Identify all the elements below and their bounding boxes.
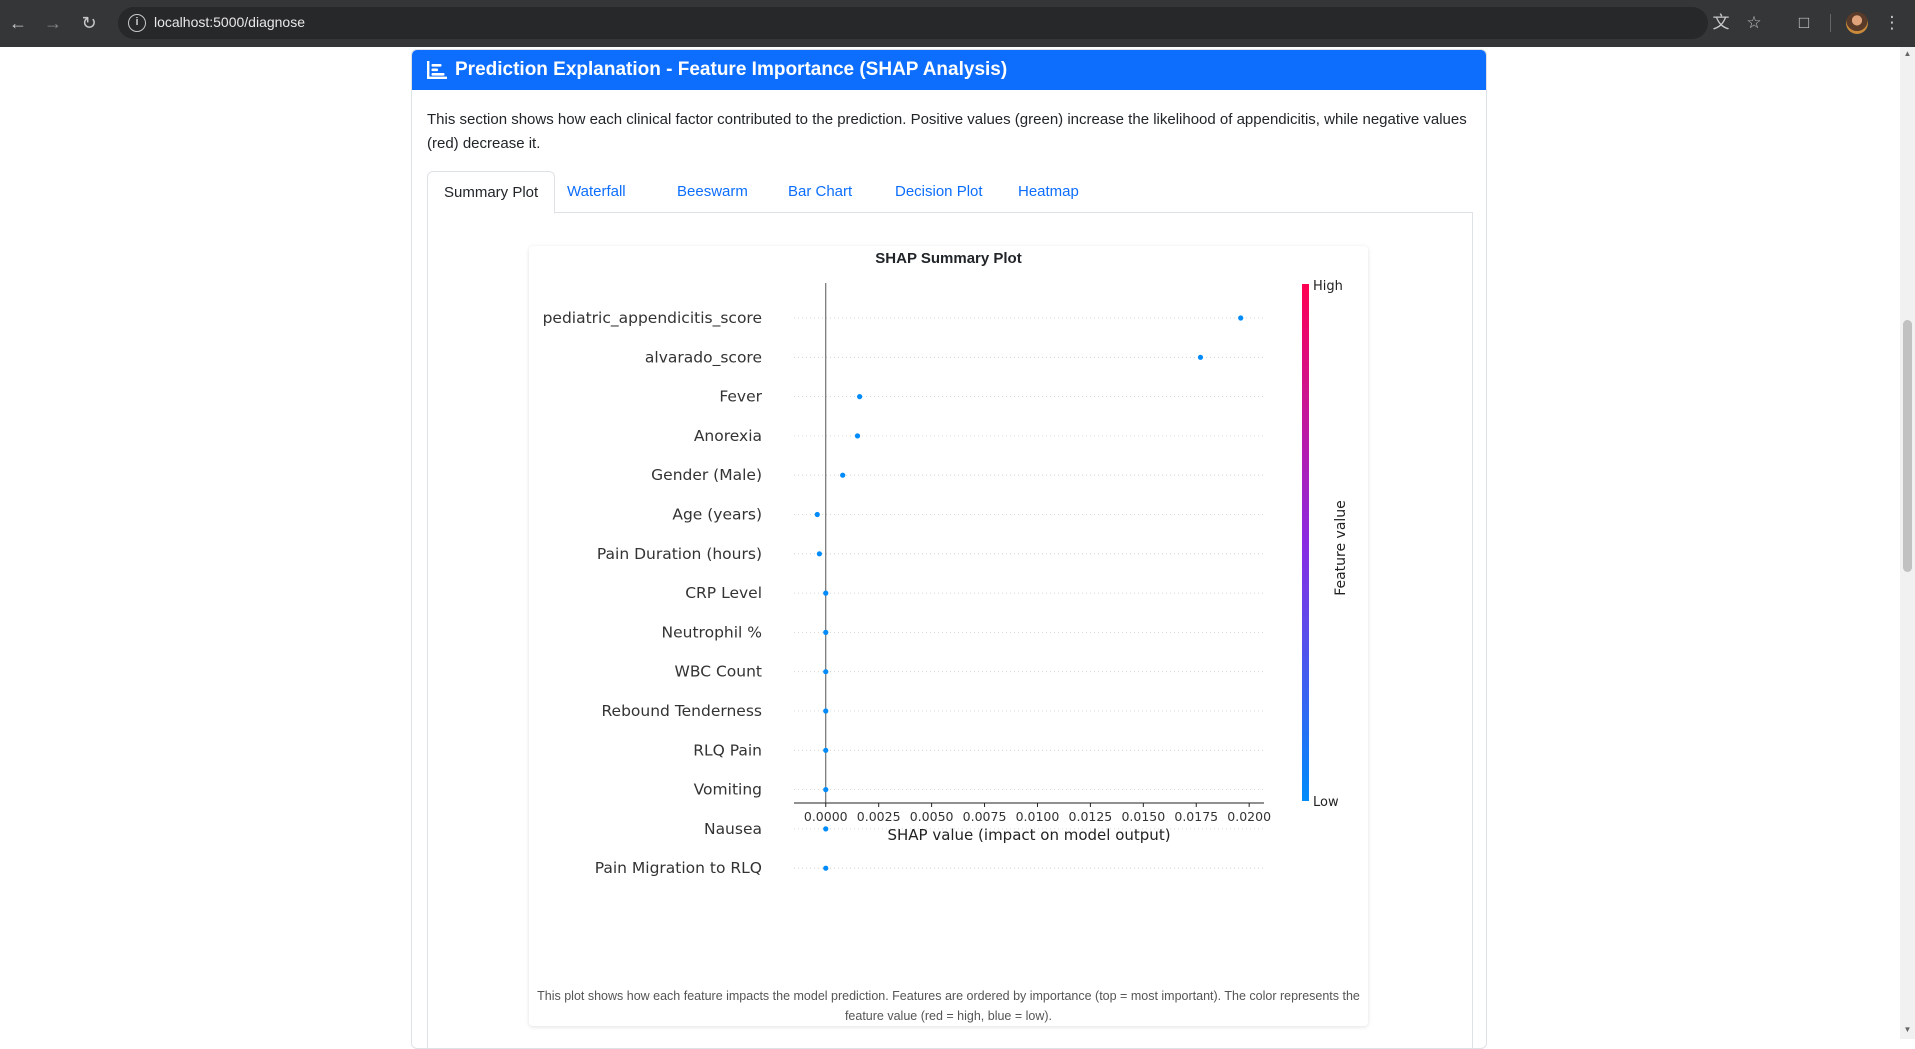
feature-label: WBC Count: [675, 663, 762, 681]
x-axis-label: SHAP value (impact on model output): [887, 826, 1170, 844]
shap-point: [823, 590, 829, 596]
reload-icon[interactable]: ↻: [76, 10, 102, 36]
feature-label: CRP Level: [685, 584, 762, 602]
feature-label: Nausea: [704, 820, 762, 838]
x-tick-label: 0.0000: [804, 809, 848, 824]
colorbar-title: Feature value: [1333, 500, 1349, 596]
tab-waterfall[interactable]: Waterfall: [551, 171, 642, 213]
tab-bar-chart[interactable]: Bar Chart: [772, 171, 868, 213]
menu-kebab-icon[interactable]: ⋮: [1879, 10, 1905, 36]
card-title: Prediction Explanation - Feature Importa…: [455, 59, 1008, 80]
url-text: localhost:5000/diagnose: [154, 14, 306, 30]
feature-label: Vomiting: [694, 781, 762, 799]
feature-label: Gender (Male): [651, 466, 762, 484]
site-info-icon[interactable]: i: [128, 14, 146, 32]
shap-point: [1238, 315, 1244, 321]
bar-chart-icon: [427, 61, 447, 79]
shap-point: [840, 472, 846, 478]
x-tick-label: 0.0050: [910, 809, 954, 824]
extensions-icon[interactable]: □: [1791, 10, 1817, 36]
colorbar: [1302, 284, 1309, 801]
shap-chart: 0.0000 0.0025 0.0050 0.0075 0.0100 0.0125 0.01…: [543, 279, 1349, 877]
forward-icon[interactable]: →: [40, 10, 66, 36]
plot-caption: This plot shows how each feature impacts…: [537, 989, 1360, 1023]
x-tick-label: 0.0175: [1174, 809, 1218, 824]
browser-toolbar: ← → ↻ i localhost:5000/diagnose 文 ☆ □ ⋮: [0, 0, 1915, 47]
feature-label: alvarado_score: [645, 348, 762, 367]
card-header: Prediction Explanation - Feature Importa…: [412, 50, 1486, 90]
plot-tabs: Summary Plot Waterfall Beeswarm Bar Char…: [427, 171, 1473, 214]
address-bar[interactable]: i localhost:5000/diagnose: [118, 7, 1708, 39]
scroll-down-icon[interactable]: ▼: [1902, 1025, 1913, 1034]
shap-point: [823, 708, 829, 714]
shap-point: [1197, 354, 1204, 360]
x-tick-label: 0.0075: [963, 809, 1007, 824]
shap-summary-plot: SHAP Summary Plot 0.0000 0.0025 0.0050 0.00…: [529, 246, 1368, 1026]
feature-label: Fever: [719, 388, 762, 406]
colorbar-high-label: High: [1313, 279, 1343, 294]
shap-point: [823, 669, 829, 675]
x-tick-label: 0.0200: [1227, 809, 1271, 824]
x-tick-label: 0.0150: [1121, 809, 1165, 824]
feature-label: Pain Duration (hours): [597, 545, 762, 563]
translate-icon[interactable]: 文: [1708, 10, 1734, 36]
scroll-up-icon[interactable]: ▲: [1902, 49, 1913, 58]
back-icon[interactable]: ←: [5, 10, 31, 36]
shap-point: [814, 511, 820, 518]
shap-point: [823, 787, 829, 793]
bookmark-star-icon[interactable]: ☆: [1741, 10, 1767, 36]
shap-point: [823, 747, 829, 753]
feature-label: Anorexia: [694, 427, 762, 445]
tab-heatmap[interactable]: Heatmap: [1002, 171, 1095, 213]
tab-summary-plot[interactable]: Summary Plot: [427, 171, 556, 214]
shap-point: [823, 629, 829, 635]
tab-decision-plot[interactable]: Decision Plot: [879, 171, 999, 213]
shap-point: [854, 433, 861, 439]
feature-label: Age (years): [672, 506, 762, 524]
tab-beeswarm[interactable]: Beeswarm: [661, 171, 764, 213]
feature-label: Rebound Tenderness: [601, 702, 762, 720]
feature-label: RLQ Pain: [693, 741, 762, 759]
x-tick-label: 0.0100: [1016, 809, 1060, 824]
shap-point: [857, 394, 863, 400]
card-description: This section shows how each clinical fac…: [427, 111, 1467, 152]
x-tick-label: 0.0025: [857, 809, 901, 824]
plot-title: SHAP Summary Plot: [875, 250, 1022, 267]
feature-label: pediatric_appendicitis_score: [543, 309, 762, 328]
shap-point: [823, 865, 829, 871]
scrollbar-thumb[interactable]: [1903, 320, 1912, 572]
x-tick-label: 0.0125: [1069, 809, 1113, 824]
colorbar-low-label: Low: [1313, 795, 1339, 810]
shap-point: [823, 826, 829, 832]
toolbar-divider: [1830, 14, 1831, 32]
shap-point: [816, 551, 823, 557]
profile-avatar[interactable]: [1846, 12, 1868, 34]
feature-label: Pain Migration to RLQ: [595, 859, 762, 877]
feature-label: Neutrophil %: [662, 623, 762, 641]
